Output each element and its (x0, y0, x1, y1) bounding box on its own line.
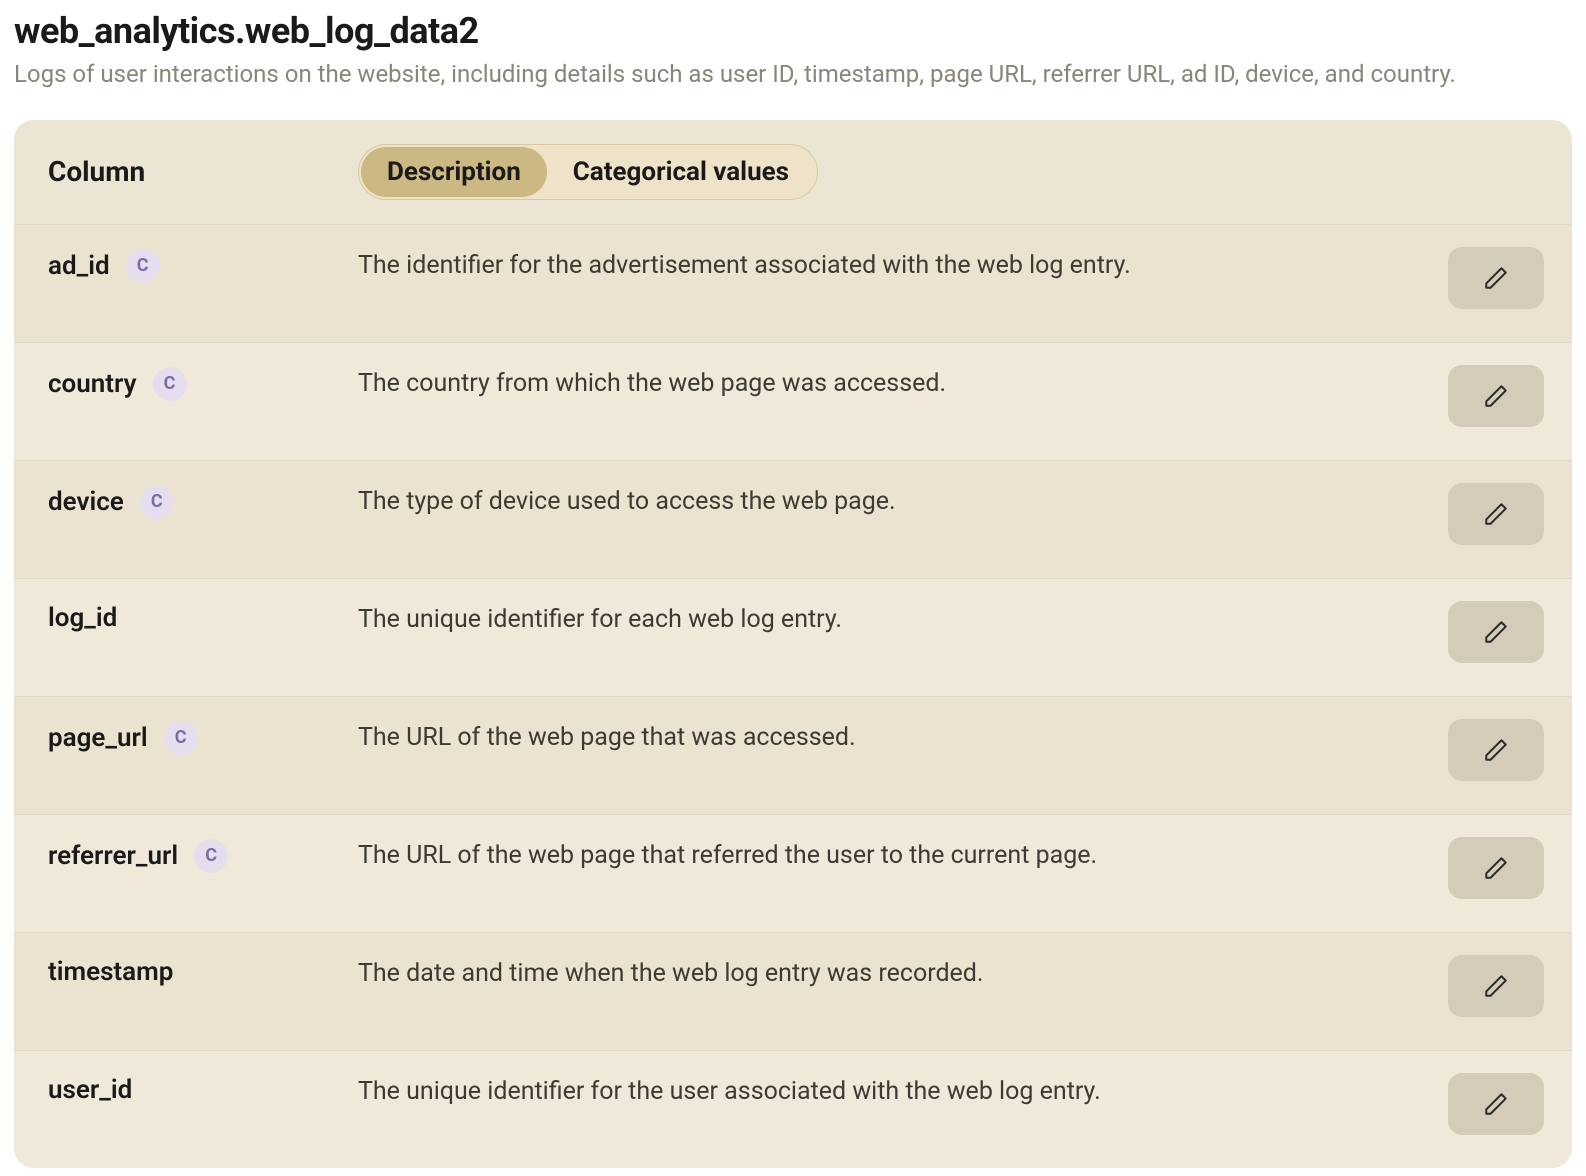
column-row: country C The country from which the web… (14, 342, 1572, 460)
columns-panel-header: Column Description Categorical values (14, 120, 1572, 224)
edit-button[interactable] (1448, 601, 1544, 663)
pencil-icon (1483, 619, 1509, 645)
categorical-badge: C (140, 485, 174, 519)
column-name-cell: log_id (48, 601, 358, 633)
column-actions (1434, 837, 1544, 899)
dataset-title: web_analytics.web_log_data2 (14, 10, 1572, 52)
column-header-label: Column (48, 155, 358, 188)
column-name-cell: country C (48, 365, 358, 401)
column-description: The identifier for the advertisement ass… (358, 247, 1434, 283)
column-name: ad_id (48, 251, 110, 281)
column-description: The unique identifier for the user assoc… (358, 1073, 1434, 1109)
edit-button[interactable] (1448, 719, 1544, 781)
column-actions (1434, 601, 1544, 663)
edit-button[interactable] (1448, 837, 1544, 899)
column-row: referrer_url C The URL of the web page t… (14, 814, 1572, 932)
column-actions (1434, 955, 1544, 1017)
edit-button[interactable] (1448, 955, 1544, 1017)
column-name-cell: page_url C (48, 719, 358, 755)
column-name: page_url (48, 723, 148, 753)
edit-button[interactable] (1448, 365, 1544, 427)
column-name: referrer_url (48, 841, 178, 871)
tab-categorical-values[interactable]: Categorical values (547, 147, 815, 197)
column-row: timestamp The date and time when the web… (14, 932, 1572, 1050)
categorical-badge: C (194, 839, 228, 873)
columns-list: ad_id C The identifier for the advertise… (14, 224, 1572, 1168)
pencil-icon (1483, 1091, 1509, 1117)
categorical-badge: C (164, 721, 198, 755)
column-actions (1434, 247, 1544, 309)
pencil-icon (1483, 973, 1509, 999)
edit-button[interactable] (1448, 247, 1544, 309)
page-root: web_analytics.web_log_data2 Logs of user… (0, 0, 1586, 1168)
dataset-subtitle: Logs of user interactions on the website… (14, 58, 1572, 92)
column-row: device C The type of device used to acce… (14, 460, 1572, 578)
column-name: country (48, 369, 137, 399)
edit-button[interactable] (1448, 483, 1544, 545)
column-row: ad_id C The identifier for the advertise… (14, 224, 1572, 342)
column-description: The date and time when the web log entry… (358, 955, 1434, 991)
column-row: user_id The unique identifier for the us… (14, 1050, 1572, 1168)
column-description: The URL of the web page that referred th… (358, 837, 1434, 873)
column-actions (1434, 365, 1544, 427)
edit-button[interactable] (1448, 1073, 1544, 1135)
column-name-cell: referrer_url C (48, 837, 358, 873)
column-name-cell: ad_id C (48, 247, 358, 283)
column-name-cell: user_id (48, 1073, 358, 1105)
column-description: The type of device used to access the we… (358, 483, 1434, 519)
tab-description[interactable]: Description (361, 147, 547, 197)
pencil-icon (1483, 265, 1509, 291)
column-name: log_id (48, 603, 117, 633)
column-actions (1434, 719, 1544, 781)
column-actions (1434, 483, 1544, 545)
column-actions (1434, 1073, 1544, 1135)
column-name: device (48, 487, 124, 517)
column-row: log_id The unique identifier for each we… (14, 578, 1572, 696)
categorical-badge: C (126, 249, 160, 283)
pencil-icon (1483, 855, 1509, 881)
view-tab-group: Description Categorical values (358, 144, 818, 200)
column-name: user_id (48, 1075, 132, 1105)
categorical-badge: C (153, 367, 187, 401)
column-description: The URL of the web page that was accesse… (358, 719, 1434, 755)
column-name-cell: device C (48, 483, 358, 519)
column-name-cell: timestamp (48, 955, 358, 987)
columns-panel: Column Description Categorical values ad… (14, 120, 1572, 1168)
column-name: timestamp (48, 957, 173, 987)
pencil-icon (1483, 737, 1509, 763)
pencil-icon (1483, 383, 1509, 409)
column-description: The unique identifier for each web log e… (358, 601, 1434, 637)
pencil-icon (1483, 501, 1509, 527)
column-row: page_url C The URL of the web page that … (14, 696, 1572, 814)
column-description: The country from which the web page was … (358, 365, 1434, 401)
